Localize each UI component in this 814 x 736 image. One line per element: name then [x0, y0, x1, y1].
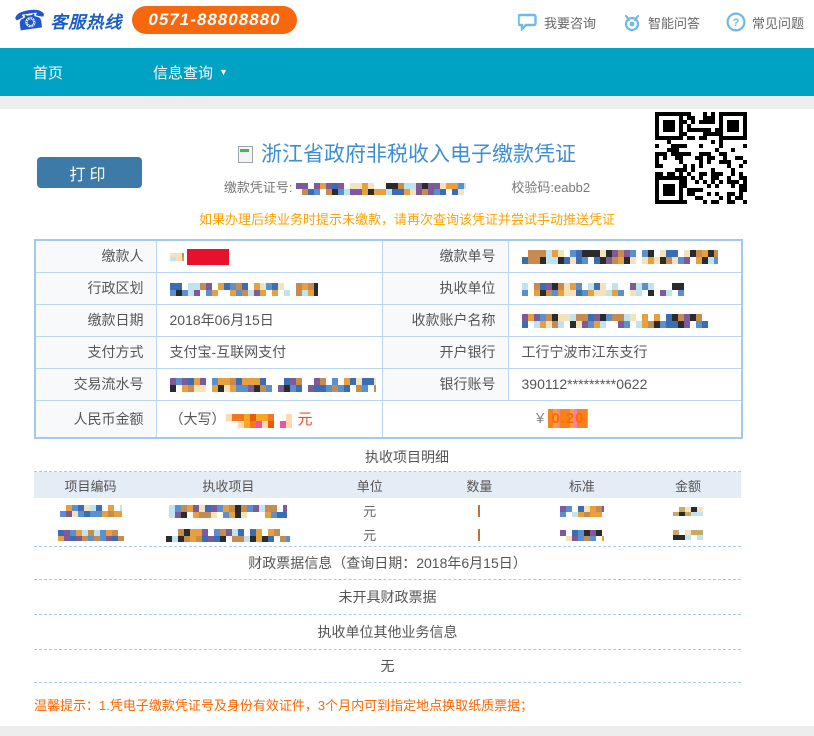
checkcode-value: eabb2: [554, 180, 590, 195]
bank-value: 工行宁波市江东支行: [508, 336, 742, 368]
account-name-label: 收款账户名称: [382, 304, 508, 336]
payment-info-table: 缴款人 缴款单号 行政区划 执收单位 缴款日期 2018年06月15日 收款账户…: [34, 239, 743, 439]
table-row: 人民币金额 （大写） 元 ¥0.20: [35, 400, 742, 438]
order-no-redacted: [508, 240, 742, 272]
item-code-redacted: [34, 498, 147, 522]
warning-text: 如果办理后续业务时提示未缴款，请再次查询该凭证并尝试手动推送凭证: [0, 209, 814, 228]
district-redacted: [156, 272, 382, 304]
items-table-block: 项目编码 执收项目 单位 数量 标准 金额 元 元: [34, 471, 741, 547]
col-unit: 单位: [310, 472, 430, 498]
top-header: ☎ 客服热线 0571-88808880 我要咨询 智能问答 ?: [0, 0, 814, 48]
item-qty-redacted: [430, 522, 529, 546]
item-unit: 元: [310, 522, 430, 546]
amount-label: 人民币金额: [35, 400, 156, 438]
item-code-redacted: [34, 522, 147, 546]
pay-method-value: 支付宝-互联网支付: [156, 336, 382, 368]
table-row: 行政区划 执收单位: [35, 272, 742, 304]
item-standard-redacted: [529, 522, 635, 546]
footer-strip: [0, 726, 814, 736]
nav-item-info-query-label: 信息查询: [153, 62, 213, 83]
hotline-label: 客服热线: [50, 8, 122, 33]
red-stamp-block: [187, 249, 229, 265]
phone-icon: ☎: [12, 5, 48, 35]
document-icon: [238, 146, 253, 163]
col-item-name: 执收项目: [147, 472, 310, 498]
nav-item-home[interactable]: 首页: [19, 48, 77, 96]
voucher-row: 缴款凭证号: 校验码:eabb2: [0, 177, 814, 196]
chevron-down-icon: ▼: [219, 67, 228, 77]
voucher-no-redacted: [296, 183, 466, 195]
item-name-redacted: [147, 498, 310, 522]
svg-text:?: ?: [733, 17, 740, 29]
invoice-status-section: 未开具财政票据: [34, 580, 741, 615]
smart-qa-link[interactable]: 智能问答: [622, 12, 700, 32]
top-links: 我要咨询 智能问答 ? 常见问题: [518, 12, 804, 32]
certificate-title-row: 浙江省政府非税收入电子缴款凭证: [0, 138, 814, 168]
faq-link[interactable]: ? 常见问题: [726, 12, 804, 32]
col-standard: 标准: [529, 472, 635, 498]
items-section-title: 执收项目明细: [0, 447, 814, 467]
page-title: 浙江省政府非税收入电子缴款凭证: [261, 143, 576, 166]
other-info-title-section: 执收单位其他业务信息: [34, 615, 741, 650]
table-row: 缴款日期 2018年06月15日 收款账户名称: [35, 304, 742, 336]
order-no-label: 缴款单号: [382, 240, 508, 272]
amount-figure-cell: ¥0.20: [382, 400, 742, 438]
table-row: 支付方式 支付宝-互联网支付 开户银行 工行宁波市江东支行: [35, 336, 742, 368]
item-standard-redacted: [529, 498, 635, 522]
voucher-no-label: 缴款凭证号:: [224, 180, 293, 195]
payer-label: 缴款人: [35, 240, 156, 272]
table-row: 交易流水号 银行账号 390112*********0622: [35, 368, 742, 400]
item-amount-redacted: [635, 498, 741, 522]
bank-account-value: 390112*********0622: [508, 368, 742, 400]
item-qty-redacted: [430, 498, 529, 522]
items-table: 项目编码 执收项目 单位 数量 标准 金额 元 元: [34, 472, 741, 546]
warm-tip: 温馨提示：1.凭电子缴款凭证号及身份有效证件，3个月内可到指定地点换取纸质票据；: [34, 695, 774, 714]
txn-no-label: 交易流水号: [35, 368, 156, 400]
chat-icon: [518, 12, 538, 32]
district-label: 行政区划: [35, 272, 156, 304]
invoice-info-section: 财政票据信息（查询日期：2018年6月15日）: [34, 546, 741, 580]
item-name-redacted: [147, 522, 310, 546]
col-item-code: 项目编码: [34, 472, 147, 498]
checkcode-label: 校验码:: [511, 180, 554, 195]
divider-strip: [0, 96, 814, 109]
item-row: 元: [34, 522, 741, 546]
account-name-redacted: [508, 304, 742, 336]
main-nav: 首页 信息查询 ▼: [0, 48, 814, 96]
agency-label: 执收单位: [382, 272, 508, 304]
pay-method-label: 支付方式: [35, 336, 156, 368]
amount-caps-prefix: （大写）: [170, 411, 226, 427]
consult-label: 我要咨询: [544, 13, 596, 32]
hotline-number-badge: 0571-88808880: [132, 6, 296, 34]
table-row: 缴款人 缴款单号: [35, 240, 742, 272]
col-quantity: 数量: [430, 472, 529, 498]
amount-caps-suffix: 元: [298, 411, 313, 428]
col-amount: 金额: [635, 472, 741, 498]
items-header-row: 项目编码 执收项目 单位 数量 标准 金额: [34, 472, 741, 498]
amount-value: 0.20: [548, 409, 587, 428]
smart-qa-label: 智能问答: [648, 13, 700, 32]
item-row: 元: [34, 498, 741, 522]
item-amount-redacted: [635, 522, 741, 546]
faq-label: 常见问题: [752, 13, 804, 32]
currency-symbol: ¥: [536, 410, 544, 427]
question-icon: ?: [726, 12, 746, 32]
hotline: ☎ 客服热线 0571-88808880: [14, 6, 297, 34]
payer-value-redacted: [156, 240, 382, 272]
pay-date-label: 缴款日期: [35, 304, 156, 336]
other-info-value-section: 无: [34, 650, 741, 683]
page: ☎ 客服热线 0571-88808880 我要咨询 智能问答 ?: [0, 0, 814, 736]
item-unit: 元: [310, 498, 430, 522]
robot-icon: [622, 12, 642, 32]
pay-date-value: 2018年06月15日: [156, 304, 382, 336]
txn-no-redacted: [156, 368, 382, 400]
bank-label: 开户银行: [382, 336, 508, 368]
agency-redacted: [508, 272, 742, 304]
bank-account-label: 银行账号: [382, 368, 508, 400]
amount-caps-cell: （大写） 元: [156, 400, 382, 438]
consult-link[interactable]: 我要咨询: [518, 12, 596, 32]
nav-item-info-query[interactable]: 信息查询 ▼: [139, 48, 242, 96]
